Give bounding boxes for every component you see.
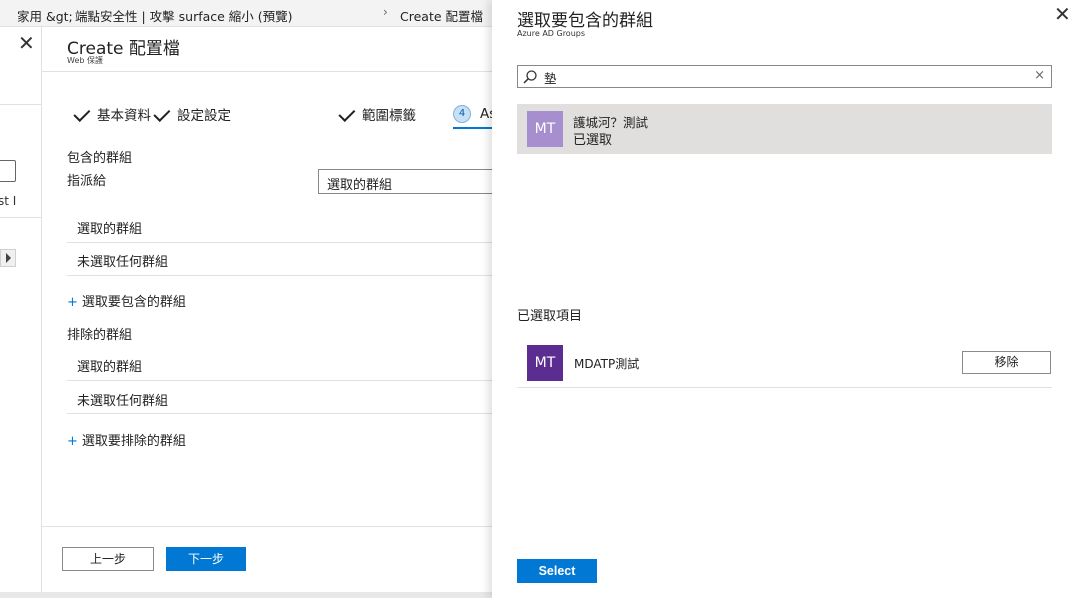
select-groups-pane: 選取要包含的群組 Azure AD Groups ✕ 墊 × MT 護城河？測試…: [492, 0, 1074, 598]
step-scope-tags[interactable]: 範圍標籤: [340, 104, 416, 124]
pane-title: 選取要包含的群組: [517, 11, 653, 31]
active-step-indicator: [453, 127, 492, 129]
remove-button[interactable]: 移除: [962, 351, 1051, 374]
add-link-label: 選取要排除的群組: [81, 434, 186, 449]
checkmark-icon: [155, 106, 173, 122]
step-label: 範圍標籤: [362, 108, 416, 124]
assign-to-label: 指派給: [67, 174, 107, 189]
back-button[interactable]: 上一步: [62, 547, 154, 571]
avatar: MT: [527, 111, 563, 147]
checkmark-icon: [340, 106, 358, 122]
group-name: MDATP測試: [574, 357, 640, 371]
included-empty-row: 未選取任何群組: [67, 243, 492, 276]
pane-subtitle: Azure AD Groups: [517, 29, 586, 38]
excluded-empty-row: 未選取任何群組: [67, 381, 492, 414]
background-checkbox[interactable]: [0, 160, 16, 182]
step-configuration-settings[interactable]: 設定設定: [155, 104, 231, 124]
add-included-groups-link[interactable]: + 選取要包含的群組: [67, 291, 186, 310]
included-groups-heading: 包含的群組: [67, 151, 133, 166]
clear-icon[interactable]: ×: [1034, 68, 1045, 83]
excluded-groups-heading: 排除的群組: [67, 328, 133, 343]
breadcrumb: 家用 &gt; 端點安全性 | 攻擊 surface 縮小 (預覽) › Cre…: [0, 0, 492, 27]
page-subtitle: Web 保護: [67, 56, 103, 65]
arrow-right-icon: [6, 253, 11, 263]
add-excluded-groups-link[interactable]: + 選取要排除的群組: [67, 430, 186, 449]
assign-to-dropdown[interactable]: 選取的群組: [318, 169, 494, 194]
background-blade: st I: [0, 27, 42, 598]
search-icon: [523, 70, 537, 84]
selection-state: 已選取: [573, 133, 613, 148]
breadcrumb-security[interactable]: 端點安全性 | 攻擊 surface 縮小 (預覽): [75, 6, 293, 25]
included-table-header: 選取的群組: [67, 210, 492, 243]
select-button[interactable]: Select: [517, 559, 597, 583]
excluded-table-header: 選取的群組: [67, 348, 492, 381]
selected-item: MT MDATP測試 移除: [517, 340, 1052, 388]
divider: [42, 71, 492, 72]
horizontal-scrollbar[interactable]: [0, 592, 492, 598]
column-header: 選取的群組: [77, 360, 143, 375]
chevron-right-icon: ›: [383, 5, 388, 19]
search-input[interactable]: 墊 ×: [517, 65, 1052, 88]
empty-message: 未選取任何群組: [77, 255, 169, 270]
step-basics[interactable]: 基本資料: [75, 104, 151, 124]
scroll-button[interactable]: [0, 249, 16, 267]
close-icon[interactable]: ✕: [1054, 4, 1071, 24]
step-number: 4: [453, 105, 471, 123]
plus-icon: +: [67, 434, 78, 449]
search-result-item[interactable]: MT 護城河？測試 已選取: [517, 104, 1052, 154]
step-label: 基本資料: [97, 108, 151, 124]
breadcrumb-home[interactable]: 家用 &gt;: [17, 6, 73, 25]
plus-icon: +: [67, 295, 78, 310]
background-text: st I: [0, 194, 17, 208]
breadcrumb-current[interactable]: Create 配置檔: [400, 6, 483, 25]
avatar: MT: [527, 345, 563, 381]
column-header: 選取的群組: [77, 222, 143, 237]
checkmark-icon: [75, 106, 93, 122]
divider: [0, 104, 41, 105]
add-link-label: 選取要包含的群組: [81, 295, 186, 310]
selected-items-heading: 已選取項目: [517, 309, 583, 324]
step-assignments[interactable]: 4 As: [453, 105, 496, 123]
step-label: 設定設定: [177, 108, 231, 124]
divider: [42, 526, 492, 527]
divider: [0, 217, 41, 218]
search-value: 墊: [544, 71, 557, 86]
empty-message: 未選取任何群組: [77, 394, 169, 409]
close-icon[interactable]: ✕: [18, 33, 35, 53]
next-button[interactable]: 下一步: [166, 547, 246, 571]
